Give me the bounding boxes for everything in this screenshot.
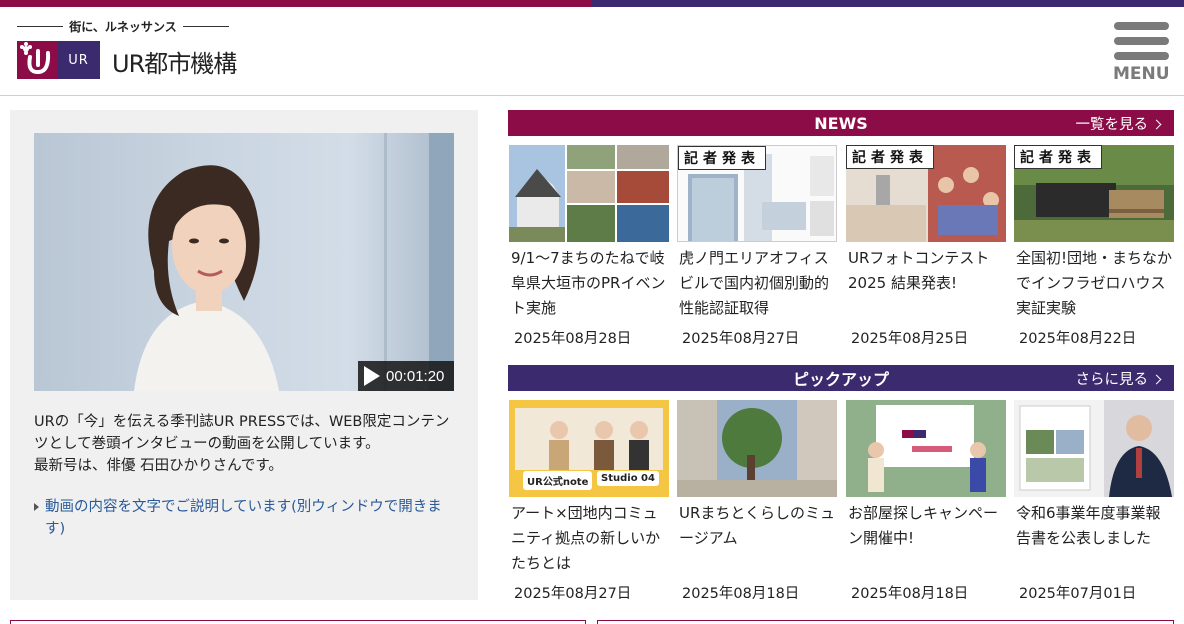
pickup-thumb-label-studio: Studio 04: [597, 471, 659, 486]
news-more-label: 一覧を見る: [1075, 117, 1149, 133]
news-more-link[interactable]: 一覧を見る: [1075, 113, 1162, 134]
feature-transcript-link[interactable]: 動画の内容を文字でご説明しています(別ウィンドウで開きます): [34, 496, 454, 540]
door-edge: [429, 133, 454, 391]
news-card-title: 9/1〜7まちのたねで岐阜県大垣市のPRイベント実施: [511, 249, 666, 317]
accent-bar-right: [592, 0, 1184, 7]
pickup-card-title: アート×団地内コミュニティ拠点の新しいかたちとは: [511, 504, 661, 572]
news-card-date: 2025年08月22日: [1019, 331, 1137, 347]
accent-bar-left: [0, 0, 592, 7]
pickup-section-header: ピックアップ さらに見る: [508, 365, 1174, 391]
menu-label: MENU: [1113, 64, 1170, 84]
menu-button[interactable]: MENU: [1112, 22, 1170, 88]
bottom-panel-right: [597, 620, 1174, 624]
news-card-date: 2025年08月25日: [851, 331, 969, 347]
pickup-card-date: 2025年08月27日: [514, 586, 632, 602]
chevron-right-icon: [1151, 119, 1162, 130]
tagline-row: 街に、ルネッサンス: [17, 17, 229, 35]
news-card-date: 2025年08月28日: [514, 331, 632, 347]
logo-ur-text: UR: [57, 41, 100, 79]
feature-video-thumbnail[interactable]: 00:01:20: [34, 133, 454, 391]
pickup-card-title: URまちとくらしのミュージアム: [679, 504, 835, 547]
news-thumb-collage-photo: [509, 145, 669, 242]
news-card-date: 2025年08月27日: [682, 331, 800, 347]
pickup-card-date: 2025年08月18日: [682, 586, 800, 602]
news-card-title: 虎ノ門エリアオフィスビルで国内初個別動的性能認証取得: [679, 249, 830, 317]
news-thumb-event-photo: 記者発表: [846, 145, 1006, 242]
link-triangle-icon: [34, 503, 39, 511]
video-play-badge[interactable]: 00:01:20: [358, 361, 454, 391]
news-card-badge: 記者発表: [846, 145, 934, 169]
pickup-title: ピックアップ: [792, 370, 889, 389]
pickup-thumb-studio-photo: UR公式note Studio 04: [509, 400, 669, 497]
door-frame-line: [384, 133, 387, 391]
tagline-rule-left: [17, 25, 64, 27]
site-logo[interactable]: 街に、ルネッサンス UR UR都市機構: [17, 17, 237, 87]
feature-transcript-link-text: 動画の内容を文字でご説明しています(別ウィンドウで開きます): [45, 499, 442, 537]
pickup-card-title: お部屋探しキャンペーン開催中!: [848, 504, 999, 547]
news-card-badge: 記者発表: [1014, 145, 1102, 169]
news-title: NEWS: [814, 113, 868, 133]
org-name: UR都市機構: [112, 50, 237, 78]
tagline: 街に、ルネッサンス: [69, 19, 177, 34]
pickup-card-date: 2025年07月01日: [1019, 586, 1137, 602]
news-thumb-building-photo: 記者発表: [677, 145, 837, 242]
pickup-thumb-report-photo: [1014, 400, 1174, 497]
logo-mark: UR: [17, 41, 100, 79]
hamburger-icon-bar-1: [1114, 22, 1169, 30]
pickup-more-label: さらに見る: [1075, 372, 1149, 388]
news-card-title: 全国初!団地・まちなかでインフラゼロハウス実証実験: [1016, 249, 1173, 317]
pickup-card-date: 2025年08月18日: [851, 586, 969, 602]
tagline-rule-right: [182, 25, 229, 27]
pickup-thumb-campaign-photo: [846, 400, 1006, 497]
video-duration: 00:01:20: [386, 367, 445, 385]
news-section-header: NEWS 一覧を見る: [508, 110, 1174, 136]
feature-description: URの「今」を伝える季刊誌UR PRESSでは、WEB限定コンテンツとして巻頭イ…: [34, 414, 450, 474]
feature-panel: 00:01:20 URの「今」を伝える季刊誌UR PRESSでは、WEB限定コン…: [10, 110, 478, 600]
hamburger-icon-bar-3: [1114, 52, 1169, 60]
person-portrait-image: [134, 165, 279, 391]
pickup-card-title: 令和6事業年度事業報告書を公表しました: [1016, 504, 1161, 547]
logo-flower-icon: [17, 41, 57, 79]
site-header: 街に、ルネッサンス UR UR都市機構 MENU: [0, 7, 1184, 96]
pickup-thumb-label-note: UR公式note: [523, 471, 593, 490]
news-card-badge: 記者発表: [678, 146, 766, 170]
hamburger-icon-bar-2: [1114, 37, 1169, 45]
chevron-right-icon: [1151, 374, 1162, 385]
news-thumb-house-photo: 記者発表: [1014, 145, 1174, 242]
news-card-title: URフォトコンテスト2025 結果発表!: [848, 249, 990, 292]
bottom-panel-left: [10, 620, 586, 624]
pickup-more-link[interactable]: さらに見る: [1075, 368, 1162, 389]
pickup-thumb-museum-photo: [677, 400, 837, 497]
top-accent-bar: [0, 0, 1184, 7]
play-icon: [364, 366, 380, 386]
